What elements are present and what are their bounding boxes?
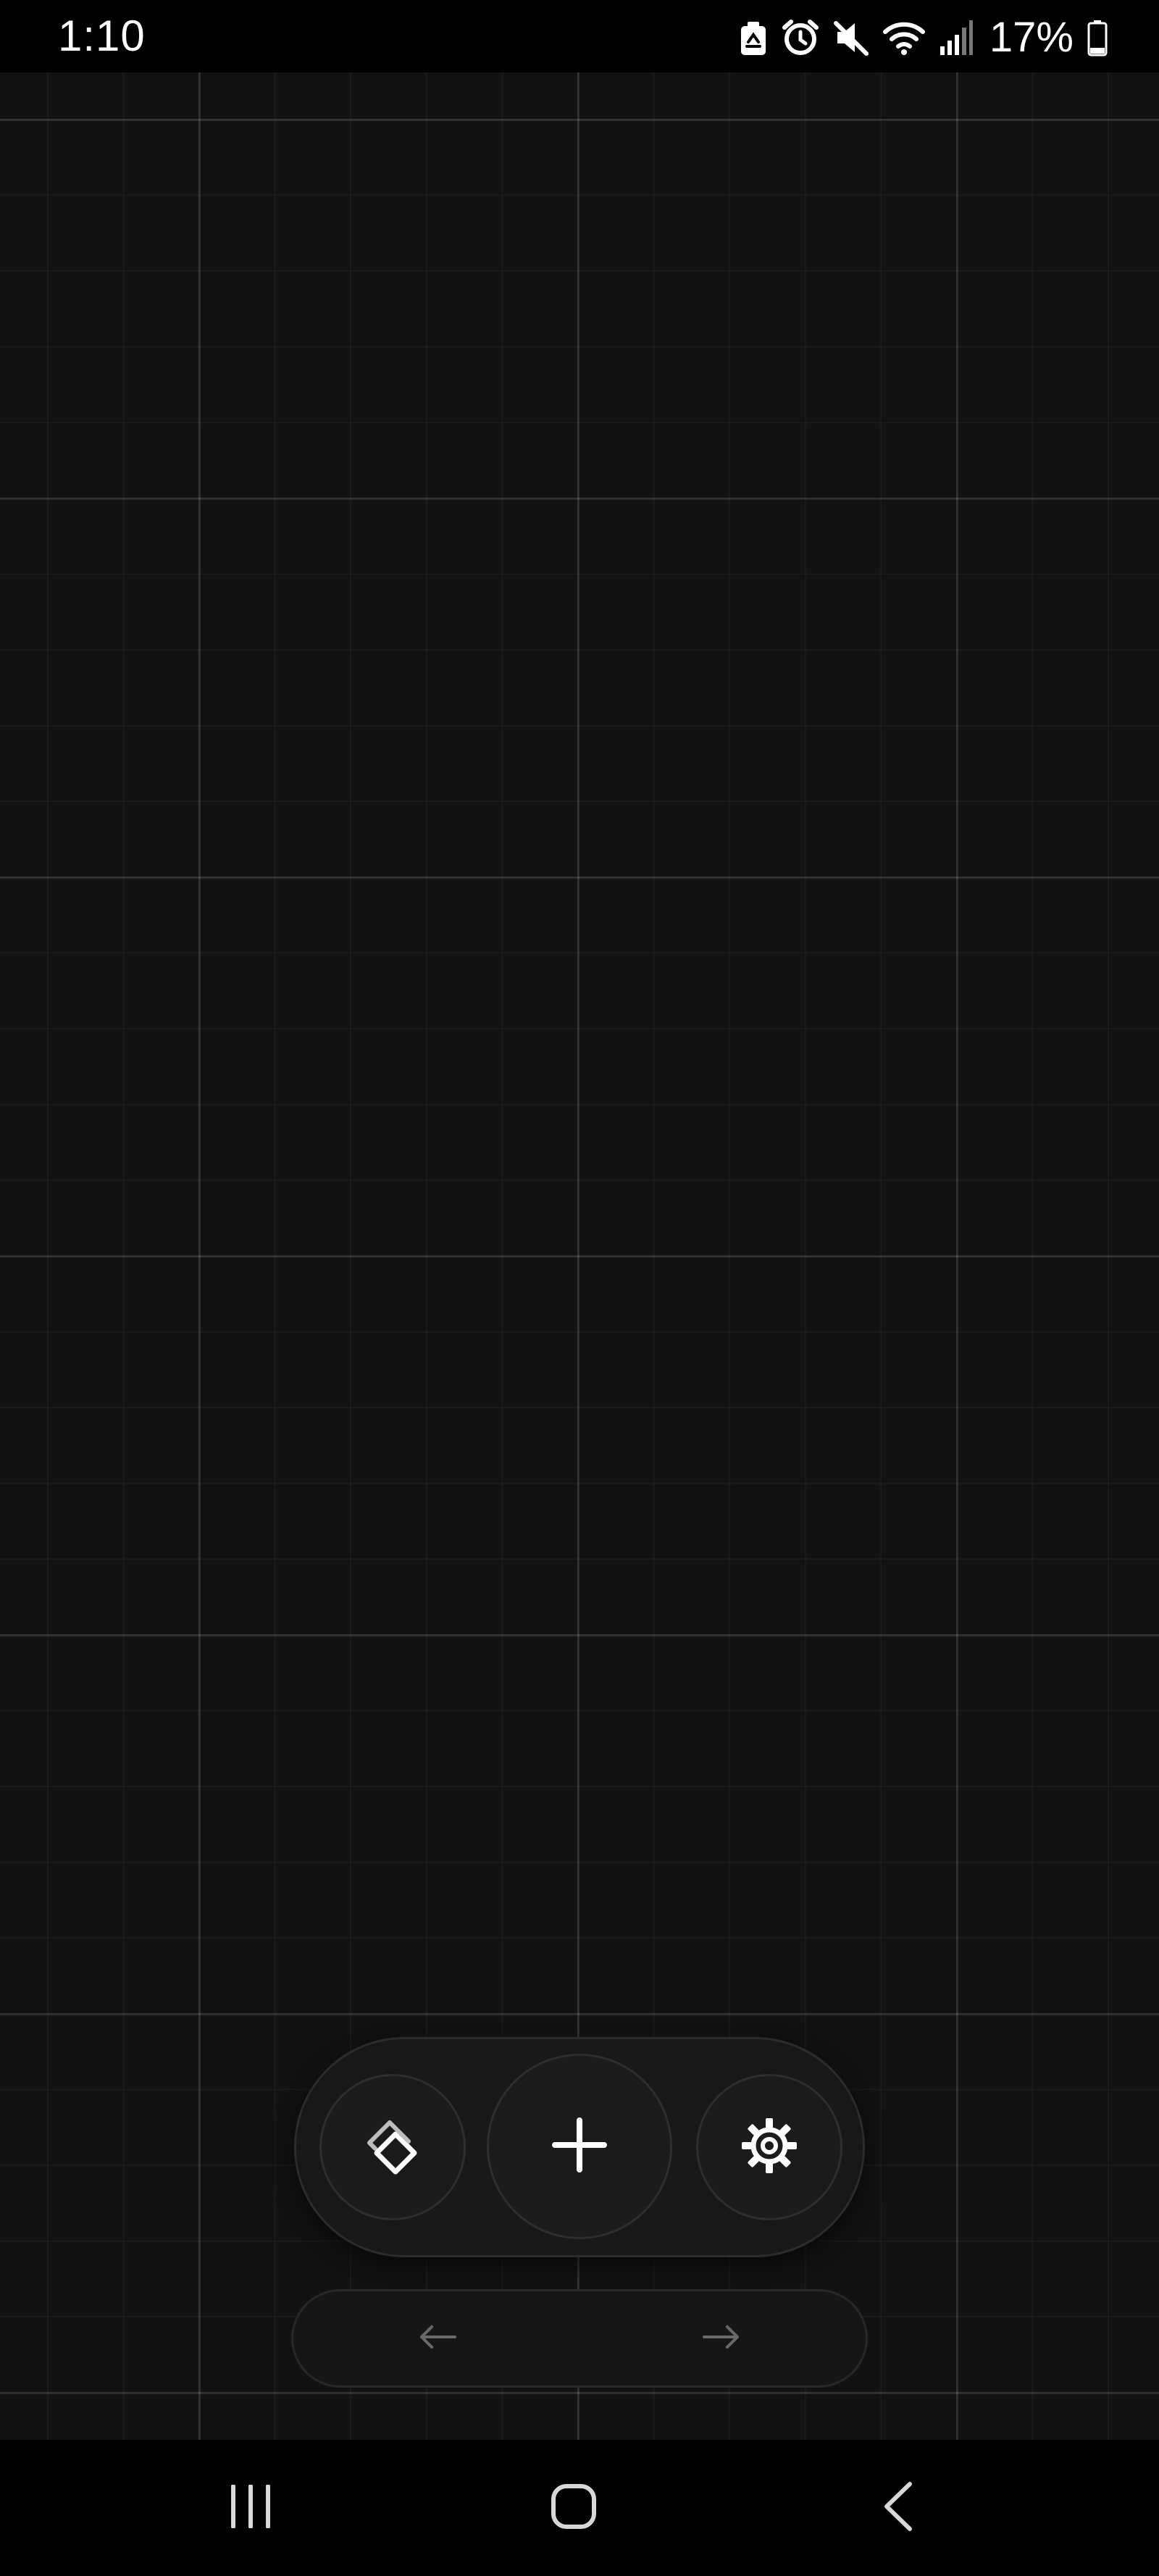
layers-icon (364, 2117, 422, 2178)
undo-button[interactable] (293, 2291, 582, 2385)
plus-icon (551, 2116, 608, 2178)
recents-icon (227, 2483, 274, 2532)
signal-icon (939, 19, 974, 57)
layers-button[interactable] (319, 2074, 466, 2220)
mute-icon (833, 19, 869, 57)
navigation-bar (0, 2440, 1159, 2576)
arrow-left-icon (417, 2324, 458, 2354)
recycle-notification-icon (739, 19, 768, 57)
wifi-icon (882, 19, 926, 57)
settings-button[interactable] (696, 2074, 842, 2220)
battery-percent: 17% (989, 14, 1074, 61)
settings-gear-icon (739, 2115, 800, 2180)
status-time: 1:10 (58, 12, 146, 60)
redo-button[interactable] (577, 2291, 866, 2385)
status-bar: 1:10 17% (0, 0, 1159, 72)
arrow-right-icon (701, 2324, 742, 2354)
status-icons: 17% (739, 16, 1108, 59)
battery-icon (1087, 19, 1108, 57)
floating-toolbar (294, 2037, 865, 2257)
screen: 1:10 17% (0, 0, 1159, 2576)
back-button[interactable] (855, 2472, 942, 2544)
add-button[interactable] (487, 2054, 672, 2239)
home-button[interactable] (530, 2472, 617, 2544)
history-controls (291, 2289, 868, 2388)
home-icon (551, 2483, 597, 2533)
alarm-icon (781, 19, 820, 57)
back-icon (882, 2481, 914, 2535)
recents-button[interactable] (207, 2472, 294, 2544)
